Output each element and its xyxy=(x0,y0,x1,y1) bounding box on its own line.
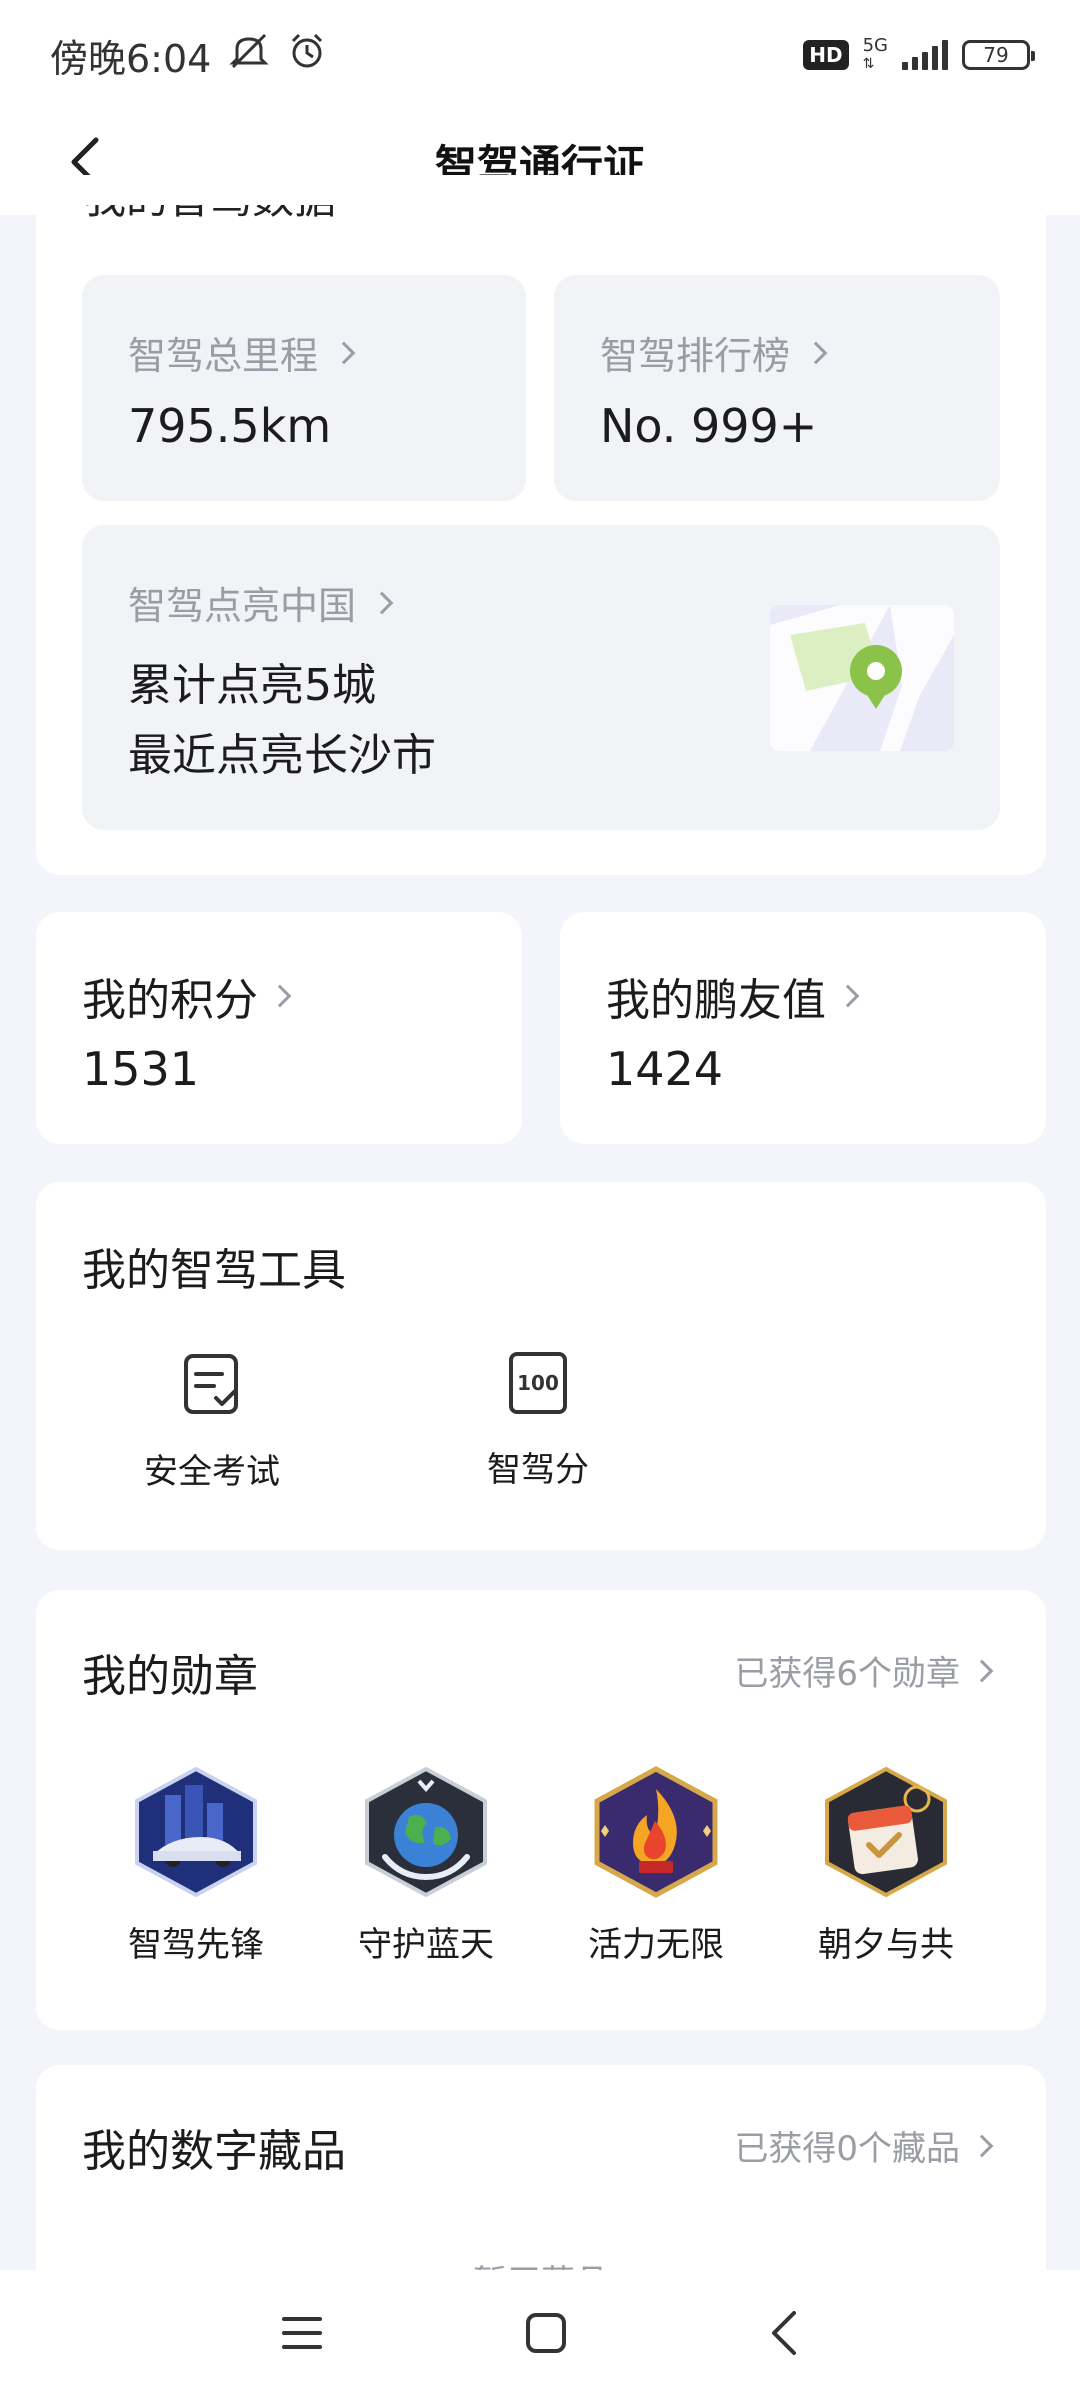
points-card[interactable]: 我的积分 1531 xyxy=(36,912,522,1144)
home-square-icon xyxy=(526,2313,566,2353)
points-label: 我的积分 xyxy=(82,975,258,1026)
network-type: 5G ⇅ xyxy=(862,35,888,73)
hd-badge: HD xyxy=(803,40,849,70)
friend-value-label: 我的鹏友值 xyxy=(606,975,826,1026)
badge-label: 活力无限 xyxy=(588,1925,724,1965)
flame-badge-icon xyxy=(594,1766,718,1898)
tool-label: 智驾分 xyxy=(487,1450,589,1490)
menu-button[interactable] xyxy=(280,2313,324,2357)
collectibles-link[interactable]: 已获得0个藏品 xyxy=(734,2121,994,2170)
badge-calendar[interactable]: 朝夕与共 xyxy=(796,1765,976,1966)
tool-driving-score[interactable]: 100 智驾分 xyxy=(428,1352,648,1491)
home-button[interactable] xyxy=(524,2311,568,2359)
chevron-right-icon xyxy=(804,341,828,364)
medals-title: 我的勋章 xyxy=(82,1651,258,1702)
ranking-tile[interactable]: 智驾排行榜 No. 999+ xyxy=(554,275,1000,501)
mileage-label: 智驾总里程 xyxy=(128,334,319,378)
section-title-driving-data: 我的智驾数据 xyxy=(84,174,337,223)
cities-recent: 最近点亮长沙市 xyxy=(128,730,436,781)
chevron-right-icon xyxy=(370,591,394,614)
tools-title: 我的智驾工具 xyxy=(82,1245,346,1296)
chevron-right-icon xyxy=(836,984,860,1008)
ranking-label: 智驾排行榜 xyxy=(600,334,791,378)
friend-value-value: 1424 xyxy=(606,1042,724,1096)
my-driving-data-card: 我的智驾数据 智驾总里程 795.5km 智驾排行榜 No. 999+ 智驾点亮… xyxy=(36,175,1046,875)
badge-earth[interactable]: 守护蓝天 xyxy=(336,1765,516,1966)
back-chevron-icon xyxy=(772,2311,796,2355)
points-value: 1531 xyxy=(82,1042,200,1096)
tools-card: 我的智驾工具 安全考试 100 智驾分 xyxy=(36,1182,1046,1550)
calendar-badge-icon xyxy=(825,1766,947,1898)
alarm-icon xyxy=(287,31,327,80)
chevron-right-icon xyxy=(332,341,356,364)
system-back-button[interactable] xyxy=(768,2309,800,2361)
earth-guardian-badge-icon xyxy=(365,1766,487,1898)
status-bar: 傍晚6:04 HD 5G ⇅ 79 xyxy=(0,0,1080,110)
chevron-right-icon xyxy=(268,984,292,1008)
exam-clipboard-icon xyxy=(184,1354,238,1414)
badge-label: 朝夕与共 xyxy=(818,1925,954,1965)
battery-icon: 79 xyxy=(962,40,1035,70)
score-100-icon: 100 xyxy=(509,1352,567,1414)
chevron-right-icon xyxy=(970,1659,994,1682)
friend-value-card[interactable]: 我的鹏友值 1424 xyxy=(560,912,1046,1144)
tool-label: 安全考试 xyxy=(144,1452,280,1492)
mileage-tile[interactable]: 智驾总里程 795.5km xyxy=(82,275,526,501)
system-navigation-bar xyxy=(0,2270,1080,2400)
badge-flame[interactable]: 活力无限 xyxy=(566,1765,746,1966)
badge-label: 守护蓝天 xyxy=(358,1925,494,1965)
map-pin-icon xyxy=(770,605,954,751)
cities-label: 智驾点亮中国 xyxy=(128,584,357,628)
tool-safety-exam[interactable]: 安全考试 xyxy=(102,1352,322,1493)
badge-pioneer[interactable]: 智驾先锋 xyxy=(106,1765,286,1966)
cities-tile[interactable]: 智驾点亮中国 累计点亮5城 最近点亮长沙市 xyxy=(82,525,1000,830)
medals-link[interactable]: 已获得6个勋章 xyxy=(734,1646,994,1695)
chevron-right-icon xyxy=(970,2134,994,2157)
mileage-value: 795.5km xyxy=(128,399,332,453)
ranking-value: No. 999+ xyxy=(600,399,818,453)
status-time: 傍晚6:04 xyxy=(50,36,212,81)
cities-count: 累计点亮5城 xyxy=(128,660,376,711)
medals-card: 我的勋章 已获得6个勋章 智驾先锋 守护蓝天 活力无限 朝夕与共 xyxy=(36,1590,1046,2030)
collectibles-title: 我的数字藏品 xyxy=(82,2126,346,2177)
map-thumbnail xyxy=(770,605,954,751)
car-pioneer-badge-icon xyxy=(135,1766,257,1898)
badge-label: 智驾先锋 xyxy=(128,1925,264,1965)
menu-icon xyxy=(282,2317,322,2349)
mute-icon xyxy=(227,31,271,80)
signal-icon xyxy=(902,40,948,70)
